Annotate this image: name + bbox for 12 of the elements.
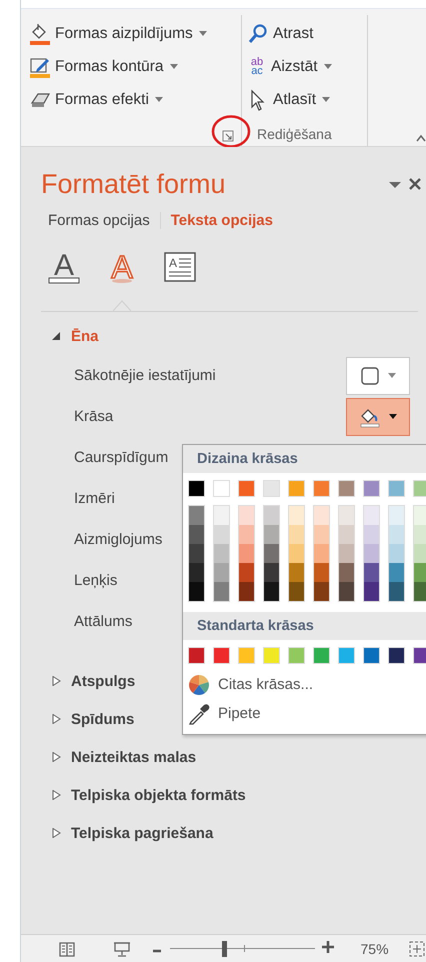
property-label: Aizmiglojums xyxy=(74,531,162,548)
menu-heading: Standarta krāsas xyxy=(183,612,426,640)
property-label: Krāsa xyxy=(74,408,114,425)
menu-heading: Dizaina krāsas xyxy=(183,445,426,473)
property-label: Leņķis xyxy=(74,572,118,589)
group-label: Rediģēšana xyxy=(257,126,333,144)
replace-icon: ab ac xyxy=(247,58,267,76)
property-label: Izmēri xyxy=(74,490,115,507)
property-label: Caurspīdīgum xyxy=(74,449,168,466)
property-label: Attālums xyxy=(74,613,132,630)
pane-title: Formatēt formu xyxy=(41,168,226,200)
property-label: Sākotnējie iestatījumi xyxy=(74,367,216,384)
